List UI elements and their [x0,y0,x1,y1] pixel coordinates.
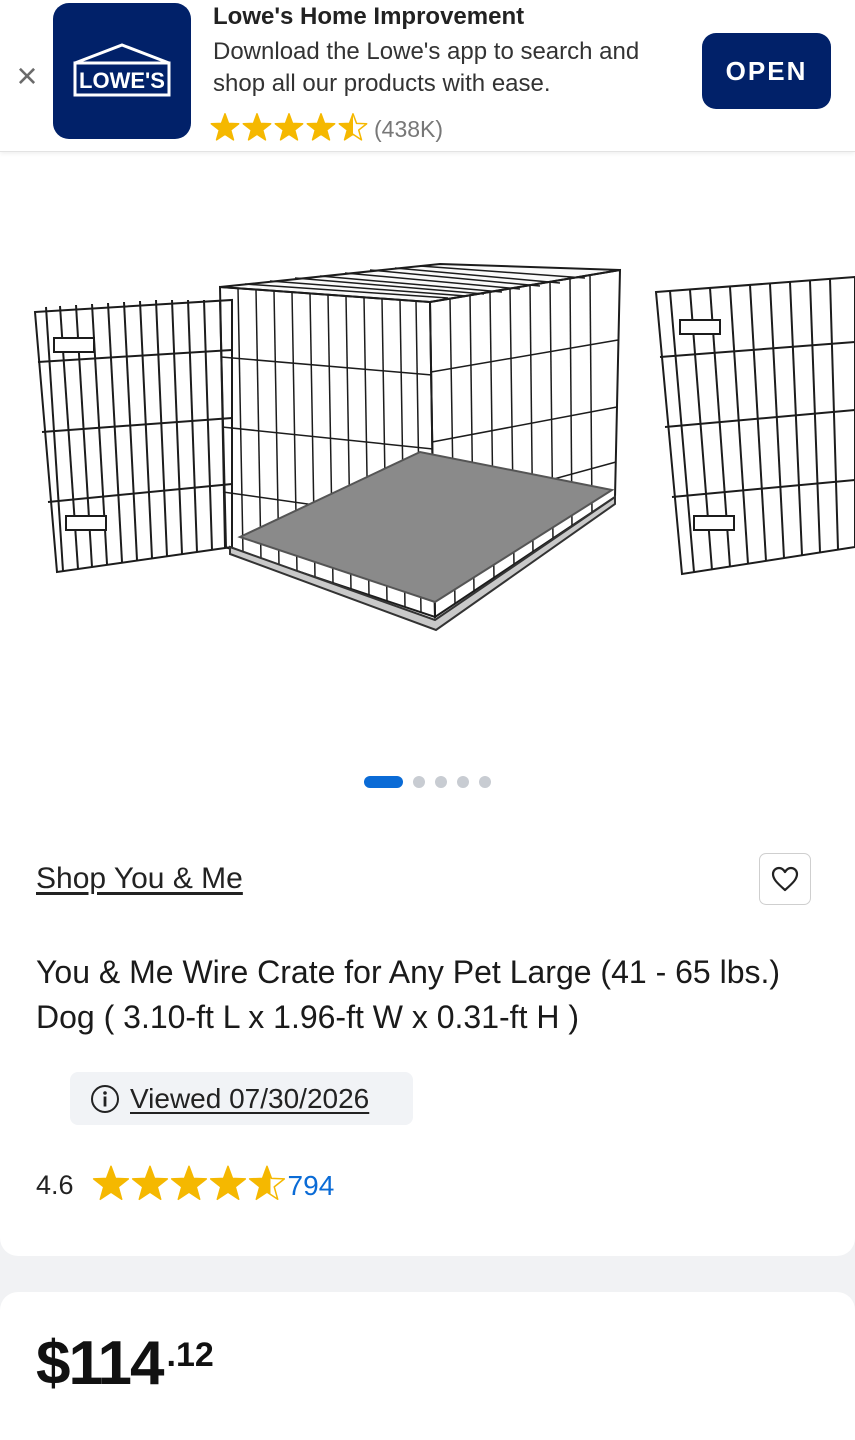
price-cents: .12 [166,1336,214,1374]
star-icon [306,113,336,141]
app-rating: (438K) [210,112,443,147]
price-dollars: $114 [36,1329,165,1398]
favorite-button[interactable] [759,853,811,905]
star-rating-icon [92,1164,286,1207]
pagination-dot[interactable] [364,776,403,788]
price-card: $114 .12 [0,1292,855,1440]
product-image-gallery[interactable] [0,152,855,752]
pagination-dot[interactable] [479,776,491,788]
product-card: Shop You & Me You & Me Wire Crate for An… [0,152,855,1256]
info-icon [91,1084,119,1113]
star-icon [92,1165,129,1201]
close-icon[interactable]: × [12,58,42,94]
pagination-dot[interactable] [457,776,469,788]
crate-door-left [33,298,233,574]
pagination-dot[interactable] [413,776,425,788]
review-count-link[interactable]: 794 [288,1170,335,1202]
star-icon [338,113,368,141]
star-icon [274,113,304,141]
gallery-pagination [364,776,501,788]
app-rating-count: (438K) [374,116,444,142]
svg-text:LOWE'S: LOWE'S [79,68,165,93]
product-title: You & Me Wire Crate for Any Pet Large (4… [36,954,781,1035]
product-image-crate [33,262,855,632]
heart-icon [771,866,799,892]
star-icon [209,1165,246,1201]
pagination-dot[interactable] [435,776,447,788]
open-app-button[interactable]: OPEN [702,33,831,109]
star-icon [242,113,272,141]
app-install-banner: × LOWE'S Lowe's Home Improvement Downloa… [0,0,855,152]
star-icon [210,113,240,141]
lowes-logo: LOWE'S [53,3,191,139]
app-title: Lowe's Home Improvement [213,3,525,30]
star-rating-icon [210,112,368,147]
app-description: Download the Lowe's app to search and sh… [213,38,640,97]
star-icon [170,1165,207,1201]
product-rating[interactable]: 4.6 794 [36,1164,334,1207]
price: $114 .12 [36,1328,214,1399]
crate-door-right [654,275,855,576]
star-icon [131,1165,168,1201]
viewed-date-label: Viewed 07/30/2026 [130,1082,370,1114]
star-icon [248,1165,285,1201]
shop-brand-link[interactable]: Shop You & Me [36,862,243,896]
viewed-badge[interactable]: Viewed 07/30/2026 [70,1072,413,1125]
rating-value: 4.6 [36,1170,74,1200]
